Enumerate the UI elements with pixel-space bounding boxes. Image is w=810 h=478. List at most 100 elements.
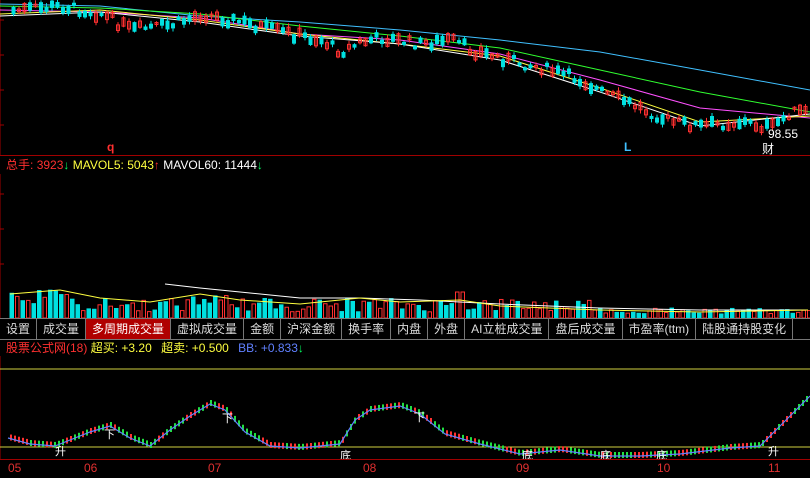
volume-bar <box>802 310 806 318</box>
candlestick <box>502 60 505 67</box>
indicator-bar <box>382 404 384 410</box>
candlestick <box>188 16 191 21</box>
price-chart[interactable] <box>0 0 810 156</box>
axis-label: 05 <box>8 461 21 475</box>
tab-settings[interactable]: 设置 <box>0 319 37 339</box>
indicator-bar <box>726 444 728 450</box>
indicator-bar <box>378 405 380 411</box>
price-chart-panel[interactable]: 98.55 q L 财 <box>0 0 810 156</box>
candlestick <box>78 12 81 17</box>
volume-bar <box>373 300 377 318</box>
indicator-bar <box>334 441 336 447</box>
volume-bar <box>159 302 163 318</box>
arrow-up-icon: ↑ <box>154 158 160 172</box>
signal-label: 下 <box>104 426 115 442</box>
candlestick <box>45 7 48 11</box>
indicator-bar <box>626 452 628 458</box>
volume-bar <box>27 300 31 318</box>
candlestick <box>777 119 780 126</box>
indicator-bar <box>706 447 708 453</box>
mavol60-value: 11444 <box>224 158 256 172</box>
candlestick <box>661 115 664 124</box>
volume-chart-panel[interactable] <box>0 174 810 318</box>
candlestick <box>403 42 406 44</box>
indicator-chart-panel[interactable]: 升 下 下 底 下 底 底 底 升 <box>0 356 810 459</box>
tab-pe-ttm[interactable]: 市盈率(ttm) <box>623 319 697 339</box>
indicator-bar <box>566 447 568 453</box>
tab-inner-volume[interactable]: 内盘 <box>391 319 428 339</box>
volume-bar <box>247 311 251 318</box>
volume-bar <box>43 297 47 318</box>
volume-bar <box>258 303 262 318</box>
tab-amount[interactable]: 金额 <box>244 319 281 339</box>
tab-volume[interactable]: 成交量 <box>37 319 86 339</box>
volume-bar <box>516 301 520 318</box>
volume-bar <box>175 306 179 318</box>
volume-bar <box>65 294 69 318</box>
tab-virtual-volume[interactable]: 虚拟成交量 <box>171 319 244 339</box>
indicator-bar <box>582 449 584 455</box>
indicator-bar <box>290 443 292 449</box>
volume-bar <box>32 304 36 318</box>
indicator-bar <box>698 448 700 454</box>
indicator-bar <box>554 447 556 453</box>
tab-after-hours-volume[interactable]: 盘后成交量 <box>549 319 622 339</box>
bb-value: +0.833 <box>261 341 298 355</box>
candlestick <box>529 65 532 68</box>
volume-bar <box>236 308 240 318</box>
indicator-bar <box>562 446 564 452</box>
overbuy-value: +3.20 <box>121 341 151 355</box>
volume-bar <box>335 304 339 318</box>
price-label: 98.55 <box>768 127 798 141</box>
indicator-bar <box>710 446 712 452</box>
tab-ai-volume[interactable]: AI立桩成交量 <box>465 319 549 339</box>
volume-bar <box>434 301 438 318</box>
indicator-bar <box>686 449 688 455</box>
indicator-bar <box>330 441 332 447</box>
volume-bar <box>38 291 42 318</box>
volume-bar <box>439 301 443 318</box>
candlestick <box>29 3 32 10</box>
candlestick <box>694 122 697 125</box>
indicator-bar <box>486 442 488 448</box>
volume-bar <box>417 305 421 318</box>
volume-bar <box>197 305 201 318</box>
tab-turnover-rate[interactable]: 换手率 <box>342 319 391 339</box>
indicator-bar <box>314 443 316 449</box>
indicator-bar <box>22 438 24 444</box>
marker-l: L <box>624 140 631 154</box>
volume-bar <box>472 309 476 318</box>
volume-bar <box>131 303 135 318</box>
mavol5-value: 5043 <box>127 158 154 172</box>
indicator-bar <box>678 450 680 456</box>
tab-shsz-amount[interactable]: 沪深金额 <box>281 319 342 339</box>
indicator-chart[interactable] <box>0 356 810 459</box>
volume-bar <box>230 305 234 318</box>
signal-label: 升 <box>768 443 779 459</box>
indicator-bar <box>734 444 736 450</box>
candlestick <box>62 7 65 13</box>
candlestick <box>557 66 560 73</box>
volume-bar <box>555 301 559 318</box>
volume-bar <box>544 303 548 318</box>
candlestick <box>67 6 70 13</box>
total-volume-value: 3923 <box>37 158 64 172</box>
tab-multi-period-volume[interactable]: 多周期成交量 <box>86 319 171 339</box>
tab-outer-volume[interactable]: 外盘 <box>428 319 465 339</box>
volume-chart[interactable] <box>0 174 810 318</box>
candlestick <box>304 33 307 38</box>
volume-bar <box>461 292 465 318</box>
candlestick <box>89 13 92 16</box>
total-volume-label: 总手: <box>6 158 33 172</box>
indicator-bar <box>278 443 280 449</box>
candlestick <box>161 19 164 25</box>
signal-label: 底 <box>340 447 351 459</box>
candlestick <box>172 24 175 28</box>
volume-bar <box>450 304 454 318</box>
volume-bar <box>489 304 493 318</box>
tab-northbound-holding[interactable]: 陆股通持股变化 <box>696 319 793 339</box>
indicator-bar <box>750 443 752 449</box>
indicator-bar <box>694 448 696 454</box>
candlestick <box>738 119 741 128</box>
volume-bar <box>214 296 218 318</box>
